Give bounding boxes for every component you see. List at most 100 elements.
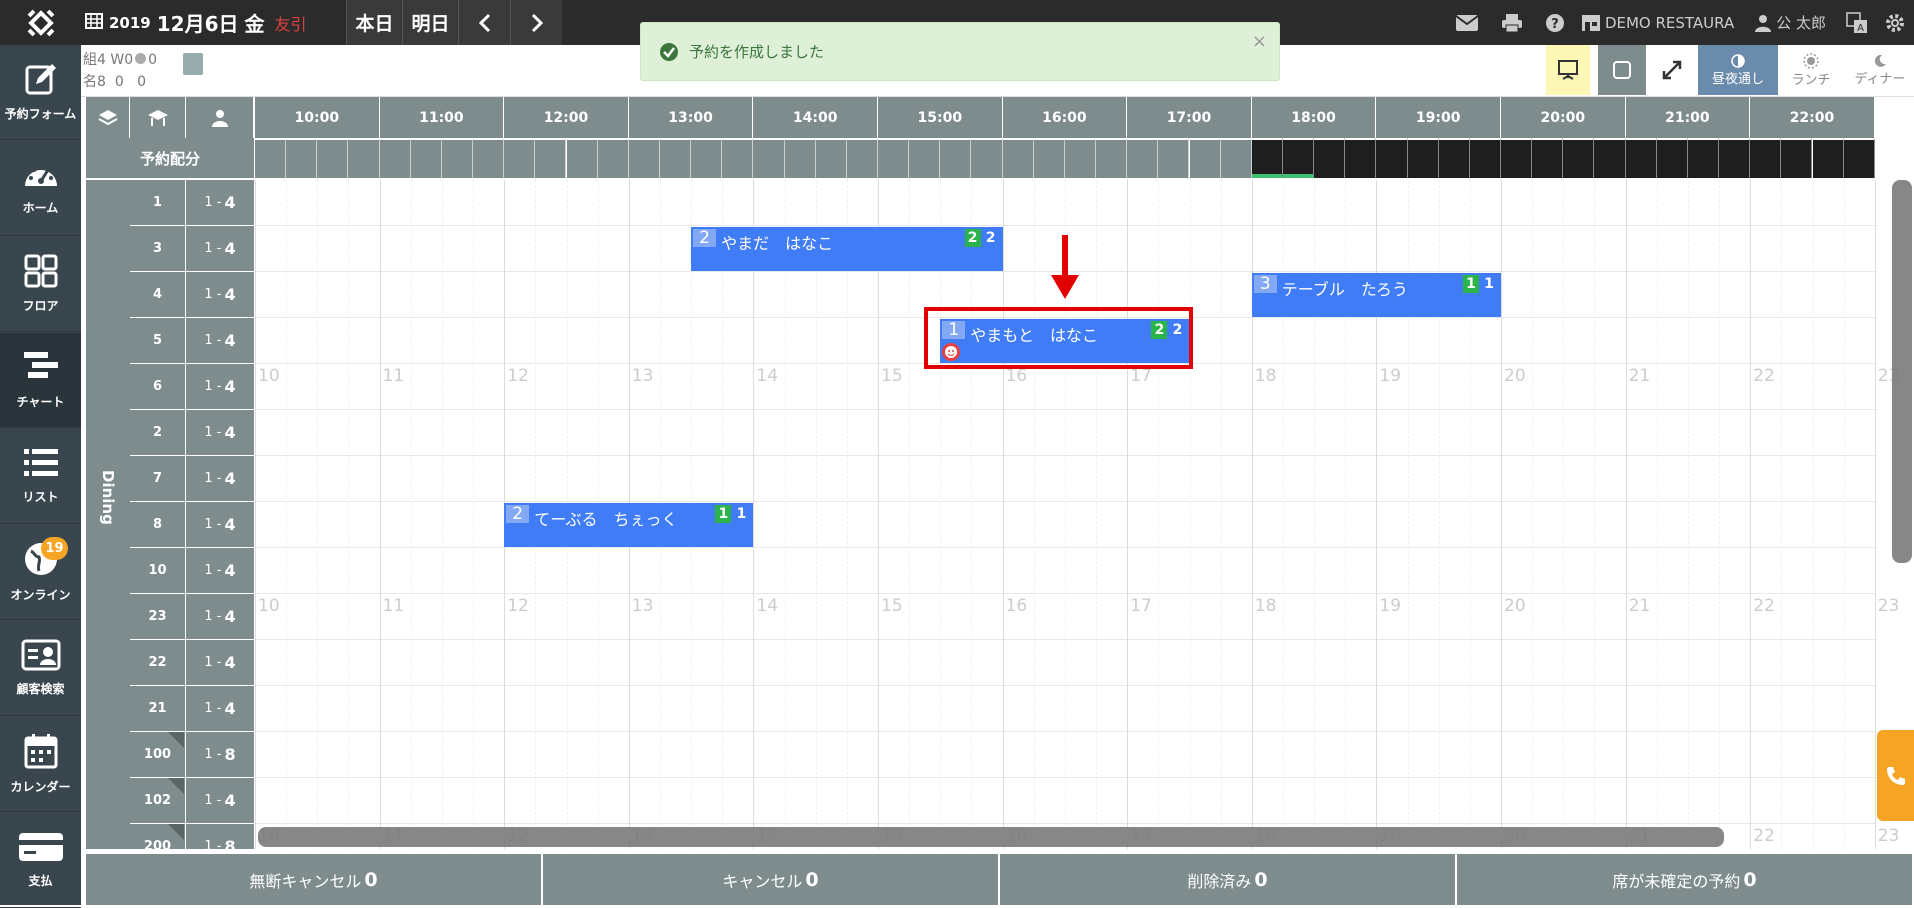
lunch-button[interactable]: ランチ — [1780, 45, 1842, 95]
allocation-slot[interactable] — [815, 138, 847, 178]
allocation-slot[interactable] — [846, 138, 878, 178]
allocation-slot[interactable] — [1812, 138, 1844, 178]
allocation-slot[interactable] — [286, 138, 318, 178]
reservation-block[interactable]: 1 やまもと はなこ 2 2 — [940, 319, 1190, 363]
sidebar-item-calendar[interactable]: カレンダー — [0, 717, 81, 812]
allocation-slot[interactable] — [1407, 138, 1439, 178]
allocation-slot[interactable] — [504, 138, 536, 178]
allocation-slot[interactable] — [722, 138, 754, 178]
allocation-slot[interactable] — [1189, 138, 1221, 178]
allocation-slot[interactable] — [753, 138, 785, 178]
allocation-slot[interactable] — [1532, 138, 1564, 178]
sidebar-item-dashboard[interactable]: ホーム — [0, 141, 81, 236]
reservation-block[interactable]: 2 やまだ はなこ 2 2 — [691, 227, 1003, 271]
allocation-slot[interactable] — [878, 138, 910, 178]
toast-close-button[interactable]: × — [1252, 31, 1267, 52]
person-sort-button[interactable] — [186, 97, 254, 138]
prev-day-button[interactable] — [458, 0, 510, 45]
translate-icon[interactable]: A — [1846, 11, 1868, 34]
user-menu[interactable]: 公 太郎 — [1754, 12, 1826, 33]
allocation-slot[interactable] — [1501, 138, 1533, 178]
allocation-slot[interactable] — [1096, 138, 1128, 178]
table-sort-button[interactable] — [130, 97, 186, 138]
print-icon[interactable] — [1501, 13, 1523, 33]
date-display[interactable]: 2019 12月6日 金 友引 — [85, 0, 307, 45]
table-name-cell[interactable]: 4 — [130, 272, 186, 318]
tomorrow-button[interactable]: 明日 — [402, 0, 458, 45]
table-name-cell[interactable]: 5 — [130, 318, 186, 364]
allocation-slot[interactable] — [1781, 138, 1813, 178]
vertical-scrollbar[interactable] — [1892, 180, 1912, 563]
allocation-slot[interactable] — [1220, 138, 1252, 178]
sidebar-item-edit[interactable]: 予約フォーム — [0, 45, 81, 140]
allocation-slot[interactable] — [1687, 138, 1720, 178]
app-logo-icon[interactable] — [0, 0, 81, 45]
square-view-button[interactable] — [1598, 45, 1646, 95]
table-name-cell[interactable]: 22 — [130, 640, 186, 686]
allocation-slot[interactable] — [971, 138, 1003, 178]
sidebar-item-chart[interactable]: チャート — [0, 333, 81, 428]
allocation-slot[interactable] — [1719, 138, 1751, 178]
allocation-slot[interactable] — [784, 138, 816, 178]
allocation-slot[interactable] — [348, 138, 380, 178]
footer-filter-button[interactable]: 削除済み 0 — [1000, 854, 1457, 905]
allocation-slot[interactable] — [1158, 138, 1190, 178]
table-name-cell[interactable]: 10 — [130, 548, 186, 594]
allocation-slot[interactable] — [1563, 138, 1595, 178]
store-selector[interactable]: DEMO RESTAURA — [1581, 14, 1734, 32]
allocation-slot[interactable] — [1750, 138, 1782, 178]
display-toggle-button[interactable] — [1546, 45, 1590, 95]
allocation-slot[interactable] — [940, 138, 972, 178]
table-name-cell[interactable]: 7 — [130, 456, 186, 502]
allocation-slot[interactable] — [379, 138, 411, 178]
phone-button[interactable] — [1877, 730, 1914, 821]
allocation-slot[interactable] — [909, 138, 941, 178]
table-name-cell[interactable]: 8 — [130, 502, 186, 548]
allocation-slot[interactable] — [1064, 138, 1097, 178]
dinner-button[interactable]: ディナー — [1846, 45, 1914, 95]
allocation-slot[interactable] — [1251, 138, 1283, 178]
table-name-cell[interactable]: 1 — [130, 180, 186, 226]
table-name-cell[interactable]: 2 — [130, 410, 186, 456]
footer-filter-button[interactable]: 無断キャンセル 0 — [86, 854, 543, 905]
allocation-slot[interactable] — [1002, 138, 1034, 178]
allocation-slot[interactable] — [597, 138, 629, 178]
sidebar-item-floor[interactable]: フロア — [0, 237, 81, 332]
reservation-block[interactable]: 2 てーぶる ちぇっく 1 1 — [504, 503, 754, 547]
footer-filter-button[interactable]: 席が未確定の予約 0 — [1457, 854, 1914, 905]
today-button[interactable]: 本日 — [346, 0, 402, 45]
mail-icon[interactable] — [1455, 14, 1479, 32]
allocation-slot[interactable] — [691, 138, 723, 178]
allocation-slot[interactable] — [659, 138, 692, 178]
allocation-slot[interactable] — [1469, 138, 1501, 178]
allocation-slot[interactable] — [1033, 138, 1065, 178]
reservation-block[interactable]: 3 テーブル たろう 1 1 — [1251, 273, 1501, 317]
allocation-slot[interactable] — [1625, 138, 1657, 178]
horizontal-scrollbar[interactable] — [258, 827, 1724, 847]
sidebar-item-payment[interactable]: 支払 — [0, 813, 81, 908]
allocation-slot[interactable] — [1656, 138, 1688, 178]
allocation-slot[interactable] — [317, 138, 349, 178]
allocation-slot[interactable] — [628, 138, 660, 178]
table-name-cell[interactable]: 21 — [130, 686, 186, 732]
table-name-cell[interactable]: 6 — [130, 364, 186, 410]
sidebar-item-customer-card[interactable]: 顧客検索 — [0, 621, 81, 716]
allocation-slot[interactable] — [1594, 138, 1626, 178]
allocation-slot[interactable] — [1314, 138, 1346, 178]
allocation-slot[interactable] — [441, 138, 474, 178]
allocation-slot[interactable] — [255, 138, 287, 178]
allocation-slot[interactable] — [566, 138, 598, 178]
table-name-cell[interactable]: 3 — [130, 226, 186, 272]
sidebar-item-globe[interactable]: オンライン 19 — [0, 525, 81, 620]
allocation-slot[interactable] — [1843, 138, 1875, 178]
allocation-slot[interactable] — [1438, 138, 1470, 178]
next-day-button[interactable] — [510, 0, 562, 45]
allocation-slot[interactable] — [1345, 138, 1377, 178]
settings-icon[interactable] — [1884, 12, 1906, 34]
table-name-cell[interactable]: 23 — [130, 594, 186, 640]
allocation-slot[interactable] — [1282, 138, 1315, 178]
allocation-slot[interactable] — [1376, 138, 1408, 178]
footer-filter-button[interactable]: キャンセル 0 — [543, 854, 1000, 905]
fullscreen-button[interactable] — [1648, 45, 1696, 95]
allocation-slot[interactable] — [410, 138, 442, 178]
